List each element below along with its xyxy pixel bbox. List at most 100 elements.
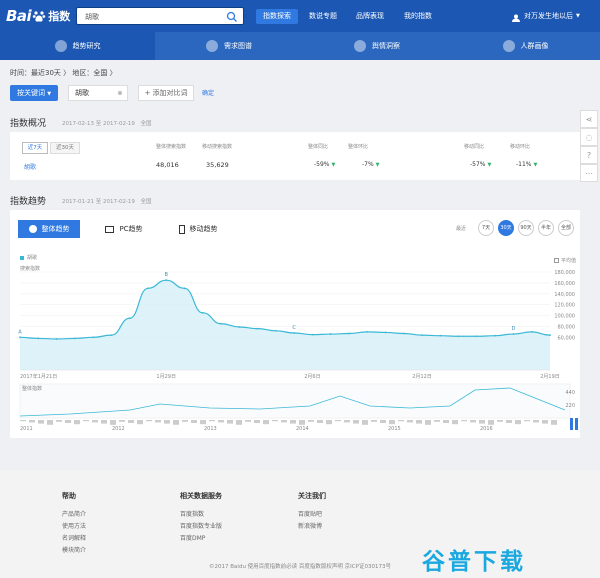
range-90d[interactable]: 90天 [518, 220, 534, 236]
header-overall-yoy: 整体同比 [308, 144, 329, 150]
people-icon [502, 40, 515, 52]
nav-brand-performance[interactable]: 品牌表现 [350, 9, 390, 24]
pie-icon [28, 225, 37, 233]
range-half-year[interactable]: 半年 [538, 220, 554, 236]
confirm-link[interactable]: 确定 [202, 88, 214, 97]
filter-breadcrumb[interactable]: 时间：最近30天 〉 地区：全国 〉 [10, 68, 117, 78]
keyword-chip[interactable]: 胡歌 [68, 85, 128, 101]
data-point [201, 311, 204, 314]
data-point [110, 334, 113, 337]
overview-bar [407, 420, 413, 423]
chevron-down-icon: ▼ [576, 13, 580, 19]
footer-link[interactable]: 百度贴吧 [298, 509, 326, 521]
overview-bar [101, 420, 107, 424]
overview-bar [29, 420, 35, 423]
share-icon[interactable]: ⋖ [580, 110, 598, 128]
overview-keyword[interactable]: 胡歌 [24, 162, 36, 171]
footer-link[interactable]: 百度DMP [180, 533, 222, 545]
range-30d[interactable]: 30天 [498, 220, 514, 236]
nav-data-topics[interactable]: 数说专题 [303, 9, 343, 24]
user-menu[interactable]: 对万发生地以后 ▼ [512, 9, 580, 24]
overview-bar [227, 420, 233, 424]
tab-demographics[interactable]: 人群画像 [451, 32, 600, 60]
tab-demand-map[interactable]: 需求图谱 [155, 32, 303, 60]
tab-30days[interactable]: 近30天 [50, 142, 80, 154]
header-overall-mom: 整体环比 [348, 144, 369, 150]
overview-title: 指数概况 [10, 119, 47, 129]
header-mobile-index: 移动搜索指数 [202, 144, 233, 150]
series-line [19, 279, 551, 340]
overview-bar [551, 420, 557, 425]
overview-bar [461, 420, 467, 422]
tab-sentiment[interactable]: 舆情洞察 [303, 32, 451, 60]
data-point [128, 317, 131, 320]
add-compare-button[interactable]: + 添加对比词 [138, 85, 194, 101]
footer-link[interactable]: 百度指数专业版 [180, 521, 222, 533]
overview-bar [119, 420, 125, 422]
trend-title: 指数趋势 [10, 197, 47, 207]
data-point [165, 279, 168, 282]
remove-icon[interactable] [118, 91, 122, 95]
down-arrow-icon: ▼ [331, 162, 336, 168]
trend-chart[interactable]: 搜索指数 180,000 160,000 140,000 120,000 100,000… [10, 260, 580, 438]
legend-swatch [20, 255, 24, 260]
data-point [73, 337, 76, 340]
data-point [512, 333, 515, 335]
overview-label: 整体指数 [22, 385, 42, 392]
overview-bar [38, 420, 44, 424]
tab-pc-trend[interactable]: PC趋势 [98, 220, 150, 238]
footer-link[interactable]: 模块简介 [62, 545, 86, 557]
overview-bar [353, 420, 359, 424]
help-icon[interactable]: ? [580, 146, 598, 164]
overview-date: 2017-02-13 至 2017-02-19 全国 [62, 121, 152, 127]
y-axis-label: 搜索指数 [20, 265, 40, 272]
search-icon[interactable] [226, 11, 238, 23]
footer-link[interactable]: 新浪微博 [298, 521, 326, 533]
overview-bar [164, 420, 170, 424]
y-tick-label: 180,000 [554, 270, 575, 276]
caret-down-icon: ▼ [47, 91, 52, 97]
y-tick-label: 160,000 [554, 281, 575, 287]
hide-icon[interactable]: ◌ [580, 128, 598, 146]
range-all[interactable]: 全部 [558, 220, 574, 236]
overview-bar [380, 420, 386, 423]
more-icon[interactable]: ⋯ [580, 164, 598, 182]
overview-bar [524, 420, 530, 422]
y-ticks: 180,000 160,000 140,000 120,000 100,000 80,00… [554, 270, 575, 341]
tab-trend-research[interactable]: 趋势研究 [0, 32, 155, 60]
overview-navigator[interactable]: 整体指数 440 220 2011 2012 2013 2014 2015 2016 [19, 383, 578, 432]
tab-7days[interactable]: 近7天 [22, 142, 48, 154]
x-tick-label: 2月6日 [304, 374, 320, 380]
x-tick-label: 2月19日 [540, 374, 560, 380]
watermark: 谷普下载 [422, 549, 526, 575]
data-point [274, 329, 277, 332]
data-point [293, 332, 296, 334]
year-label: 2013 [204, 426, 217, 432]
nav-index-explore[interactable]: 指数探索 [256, 9, 298, 24]
y-tick-label: 60,000 [558, 335, 576, 341]
overview-bar [254, 420, 260, 423]
x-tick-label: 2月12日 [412, 374, 432, 380]
overview-bar [74, 420, 80, 425]
overview-bar [434, 420, 440, 422]
search-input[interactable]: 胡歌 [76, 7, 244, 25]
nav-my-index[interactable]: 我的指数 [398, 9, 438, 24]
data-point [457, 335, 460, 338]
year-label: 2011 [20, 426, 33, 432]
tab-mobile-trend[interactable]: 移动趋势 [170, 220, 226, 238]
range-7d[interactable]: 7天 [478, 220, 494, 236]
annotation-marker: C [292, 325, 296, 331]
footer-link[interactable]: 产品简介 [62, 509, 86, 521]
data-point [475, 335, 478, 338]
overview-bar [515, 420, 521, 425]
footer-link[interactable]: 使用方法 [62, 521, 86, 533]
footer-link[interactable]: 百度指数 [180, 509, 222, 521]
footer-link[interactable]: 名词解释 [62, 533, 86, 545]
baidu-logo[interactable]: Bai 指数 [6, 6, 70, 26]
overall-yoy-value: -59% ▼ [314, 161, 336, 168]
overview-bar [344, 420, 350, 423]
overview-panel: 近7天 近30天 胡歌 整体搜索指数 移动搜索指数 48,016 35,629 … [10, 132, 580, 180]
keyword-button[interactable]: 按关键词 ▼ [10, 85, 58, 101]
overview-bar [218, 420, 224, 423]
tab-overall-trend[interactable]: 整体趋势 [18, 220, 80, 238]
